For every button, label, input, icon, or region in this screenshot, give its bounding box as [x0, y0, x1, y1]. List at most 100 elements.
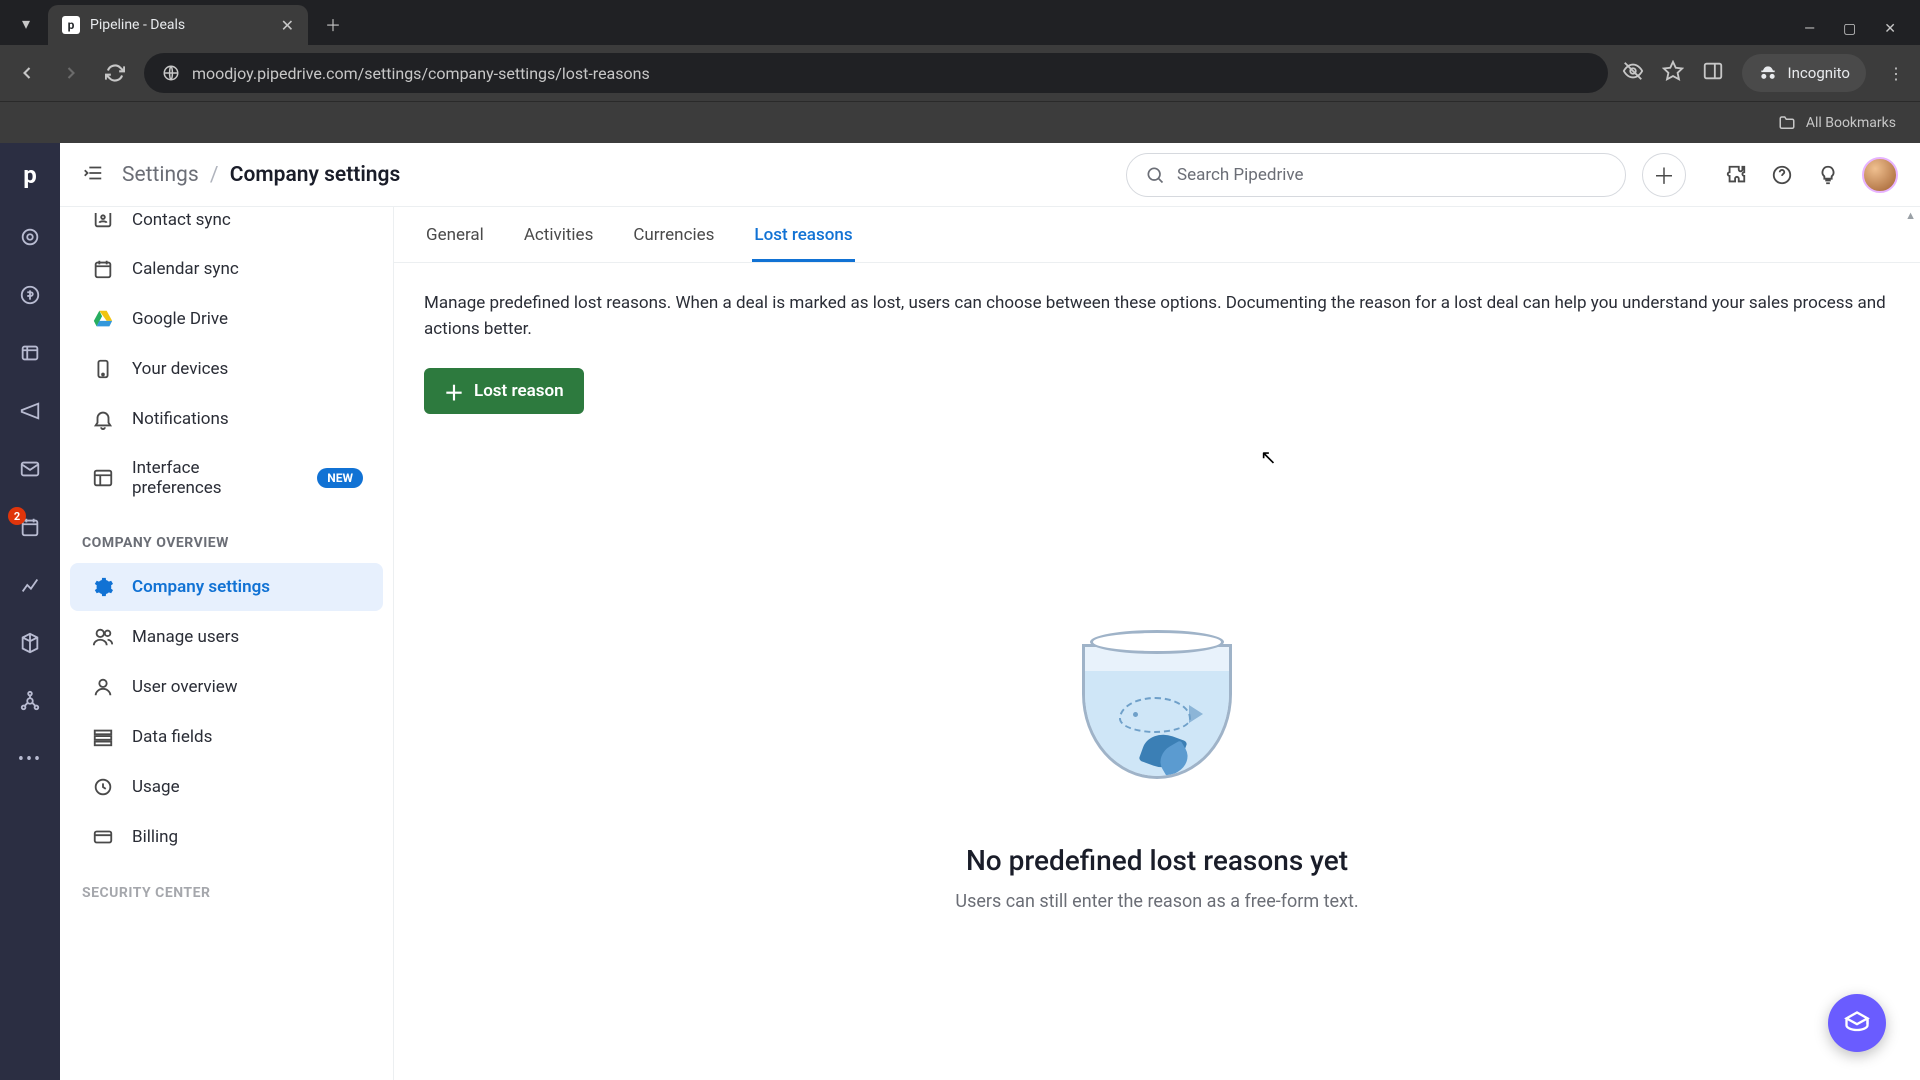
help-icon[interactable]	[1770, 163, 1794, 187]
main-content: General Activities Currencies Lost reaso…	[394, 207, 1920, 1080]
breadcrumb: Settings / Company settings	[122, 163, 400, 187]
sidebar-item-user-overview[interactable]: User overview	[70, 663, 383, 711]
calendar-icon	[90, 258, 116, 280]
forward-button	[56, 58, 86, 88]
sidebar-item-label: Contact sync	[132, 213, 231, 230]
sidebar-item-label: Manage users	[132, 627, 239, 647]
sidebar-item-label: User overview	[132, 677, 238, 697]
sidebar-item-contact-sync[interactable]: Contact sync	[70, 213, 383, 243]
sidebar-item-label: Notifications	[132, 409, 229, 429]
nav-projects-icon[interactable]	[16, 339, 44, 367]
empty-title: No predefined lost reasons yet	[966, 844, 1348, 877]
breadcrumb-root[interactable]: Settings	[122, 163, 199, 187]
sidebar-item-calendar-sync[interactable]: Calendar sync	[70, 245, 383, 293]
nav-activities-icon[interactable]: 2	[16, 513, 44, 541]
sidebar-item-google-drive[interactable]: Google Drive	[70, 295, 383, 343]
tab-activities[interactable]: Activities	[522, 215, 596, 262]
site-info-icon[interactable]	[162, 64, 180, 82]
nav-mail-icon[interactable]	[16, 455, 44, 483]
sidebar-item-notifications[interactable]: Notifications	[70, 395, 383, 443]
tab-lost-reasons[interactable]: Lost reasons	[752, 215, 854, 262]
add-lost-reason-button[interactable]: ＋ Lost reason	[424, 368, 584, 414]
incognito-label: Incognito	[1788, 64, 1850, 82]
tips-icon[interactable]	[1816, 163, 1840, 187]
gdrive-icon	[90, 308, 116, 330]
all-bookmarks-link[interactable]: All Bookmarks	[1806, 115, 1896, 131]
sidebar-item-company-settings[interactable]: Company settings	[70, 563, 383, 611]
sidebar-item-your-devices[interactable]: Your devices	[70, 345, 383, 393]
sidebar-section-security: SECURITY CENTER	[60, 863, 393, 911]
browser-menu-icon[interactable]: ⋮	[1884, 64, 1908, 83]
reload-button[interactable]	[100, 58, 130, 88]
collapse-sidebar-icon[interactable]	[82, 162, 104, 188]
tab-title: Pipeline - Deals	[90, 17, 185, 33]
tab-currencies[interactable]: Currencies	[631, 215, 716, 262]
cursor-icon: ↖	[1260, 445, 1277, 469]
extensions-icon[interactable]	[1724, 163, 1748, 187]
sidebar-item-manage-users[interactable]: Manage users	[70, 613, 383, 661]
nav-products-icon[interactable]	[16, 629, 44, 657]
url-text: moodjoy.pipedrive.com/settings/company-s…	[192, 64, 650, 83]
bookmark-star-icon[interactable]	[1662, 60, 1684, 86]
search-placeholder: Search Pipedrive	[1177, 165, 1303, 185]
empty-state: No predefined lost reasons yet Users can…	[394, 624, 1920, 912]
close-tab-icon[interactable]: ✕	[281, 16, 294, 35]
window-close-icon[interactable]: ✕	[1884, 21, 1896, 37]
scrollbar[interactable]: ▲	[1902, 207, 1920, 1080]
bell-icon	[90, 408, 116, 430]
page-description: Manage predefined lost reasons. When a d…	[394, 263, 1920, 362]
tabs-row: General Activities Currencies Lost reaso…	[394, 207, 1920, 263]
sidebar-item-label: Your devices	[132, 359, 228, 379]
settings-sidebar: Contact sync Calendar sync Google Drive …	[60, 207, 394, 1080]
nav-leads-icon[interactable]	[16, 223, 44, 251]
sidebar-item-interface-prefs[interactable]: Interface preferences NEW	[70, 445, 383, 511]
side-panel-icon[interactable]	[1702, 60, 1724, 86]
search-input[interactable]: Search Pipedrive	[1126, 153, 1626, 197]
help-fab-button[interactable]	[1828, 994, 1886, 1052]
nav-marketplace-icon[interactable]	[16, 687, 44, 715]
sidebar-item-label: Data fields	[132, 727, 212, 747]
empty-illustration	[1072, 624, 1242, 784]
usage-icon	[90, 776, 116, 798]
back-button[interactable]	[12, 58, 42, 88]
user-avatar[interactable]	[1862, 157, 1898, 193]
nav-insights-icon[interactable]	[16, 571, 44, 599]
user-icon	[90, 676, 116, 698]
fields-icon	[90, 726, 116, 748]
billing-icon	[90, 826, 116, 848]
window-minimize-icon[interactable]: —	[1804, 21, 1815, 37]
plus-icon: ＋	[444, 377, 464, 406]
window-maximize-icon[interactable]: ▢	[1843, 21, 1856, 37]
nav-deals-icon[interactable]	[16, 281, 44, 309]
incognito-indicator[interactable]: Incognito	[1742, 54, 1866, 92]
contact-icon	[90, 213, 116, 230]
browser-tab[interactable]: p Pipeline - Deals ✕	[48, 5, 308, 45]
sidebar-item-billing[interactable]: Billing	[70, 813, 383, 861]
sidebar-item-label: Calendar sync	[132, 259, 239, 279]
new-badge: NEW	[317, 468, 363, 488]
sidebar-item-data-fields[interactable]: Data fields	[70, 713, 383, 761]
search-icon	[1145, 165, 1165, 185]
sidebar-item-label: Interface preferences	[132, 458, 272, 498]
quick-add-button[interactable]: ＋	[1642, 153, 1686, 197]
add-button-label: Lost reason	[474, 381, 564, 401]
tab-general[interactable]: General	[424, 215, 486, 262]
tracking-icon[interactable]	[1622, 60, 1644, 86]
breadcrumb-sep: /	[210, 163, 219, 187]
nav-campaigns-icon[interactable]	[16, 397, 44, 425]
nav-more-icon[interactable]: •••	[18, 749, 42, 770]
incognito-icon	[1758, 63, 1778, 83]
sidebar-section-company: COMPANY OVERVIEW	[60, 513, 393, 561]
sidebar-item-label: Company settings	[132, 577, 270, 597]
tab-search-dropdown[interactable]: ▾	[8, 5, 44, 41]
new-tab-button[interactable]: ＋	[316, 7, 350, 41]
url-bar[interactable]: moodjoy.pipedrive.com/settings/company-s…	[144, 53, 1608, 93]
topbar: Settings / Company settings Search Piped…	[60, 143, 1920, 207]
layout-icon	[90, 467, 116, 489]
sidebar-item-usage[interactable]: Usage	[70, 763, 383, 811]
breadcrumb-current: Company settings	[230, 163, 400, 187]
empty-subtitle: Users can still enter the reason as a fr…	[955, 891, 1358, 912]
icon-rail: p 2 •••	[0, 143, 60, 1080]
users-icon	[90, 626, 116, 648]
app-logo[interactable]: p	[12, 157, 48, 193]
